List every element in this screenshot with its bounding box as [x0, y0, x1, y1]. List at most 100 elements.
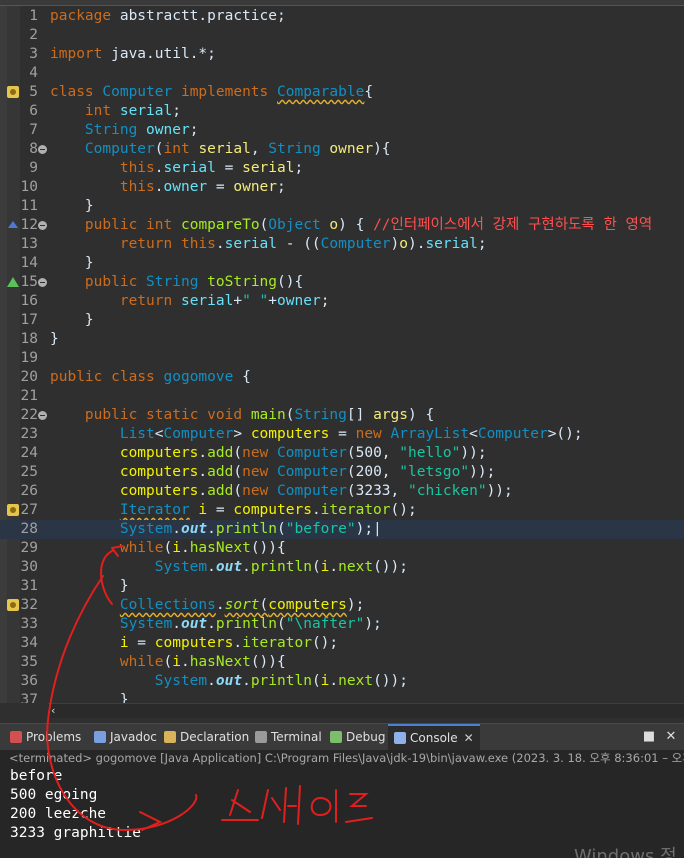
code-text: }: [50, 331, 59, 347]
code-line[interactable]: 3 import java.util.*;: [0, 45, 684, 64]
close-tab-icon[interactable]: ✕: [464, 731, 474, 745]
tab-javadoc[interactable]: Javadoc: [94, 724, 157, 751]
maximize-panel-icon[interactable]: ■: [642, 730, 656, 744]
code-text: }: [50, 255, 94, 271]
line-number: 4: [29, 65, 38, 81]
code-line[interactable]: 13 return this.serial - ((Computer)o).se…: [0, 235, 684, 254]
code-line[interactable]: 4: [0, 64, 684, 83]
line-number: 2: [29, 27, 38, 43]
code-line[interactable]: 36 System.out.println(i.next());: [0, 672, 684, 691]
tab-declaration[interactable]: Declaration: [164, 724, 249, 751]
code-line[interactable]: 30 System.out.println(i.next());: [0, 558, 684, 577]
tab-label: Problems: [26, 730, 82, 744]
code-line[interactable]: 7 String owner;: [0, 121, 684, 140]
code-line[interactable]: 11 }: [0, 197, 684, 216]
code-text: package abstractt.practice;: [50, 8, 286, 24]
tab-label: Terminal: [271, 730, 322, 744]
code-line[interactable]: 12 public int compareTo(Object o) { //인터…: [0, 216, 684, 235]
line-number: 28: [20, 521, 38, 537]
line-number: 19: [20, 350, 38, 366]
line-number: 8: [29, 141, 38, 157]
code-line[interactable]: 5 class Computer implements Comparable{: [0, 83, 684, 102]
bottom-panel-tabbar: Problems Javadoc Declaration Terminal Debug C…: [0, 723, 684, 751]
line-number: 16: [20, 293, 38, 309]
line-number: 7: [29, 122, 38, 138]
code-line[interactable]: 19: [0, 349, 684, 368]
code-line[interactable]: 18}: [0, 330, 684, 349]
code-text: class Computer implements Comparable{: [50, 84, 374, 100]
close-panel-icon[interactable]: ✕: [664, 730, 678, 744]
code-line[interactable]: 26 computers.add(new Computer(3233, "chi…: [0, 482, 684, 501]
code-text: this.owner = owner;: [119, 179, 286, 195]
code-line[interactable]: 25 computers.add(new Computer(200, "lets…: [0, 463, 684, 482]
code-line[interactable]: 31 }: [0, 577, 684, 596]
declaration-icon: [164, 731, 176, 743]
code-line[interactable]: 2: [0, 26, 684, 45]
code-line[interactable]: 9 this.serial = serial;: [0, 159, 684, 178]
code-line[interactable]: 34 i = computers.iterator();: [0, 634, 684, 653]
line-number: 20: [20, 369, 38, 385]
console-line: 500 egoing: [10, 787, 98, 803]
tab-console[interactable]: Console ✕: [388, 724, 480, 751]
code-line[interactable]: 21: [0, 387, 684, 406]
line-number: 18: [20, 331, 38, 347]
warning-icon[interactable]: [7, 504, 19, 516]
warning-icon[interactable]: [7, 599, 19, 611]
scroll-left-arrow-icon[interactable]: ‹: [50, 703, 64, 718]
code-line[interactable]: 16 return serial+" "+owner;: [0, 292, 684, 311]
line-number: 30: [20, 559, 38, 575]
editor-horizontal-scrollbar[interactable]: [48, 703, 684, 718]
override-icon[interactable]: [8, 221, 18, 228]
code-line[interactable]: 24 computers.add(new Computer(500, "hell…: [0, 444, 684, 463]
line-number: 25: [20, 464, 38, 480]
code-line[interactable]: 20 public class gogomove {: [0, 368, 684, 387]
code-line[interactable]: 10 this.owner = owner;: [0, 178, 684, 197]
line-number: 22: [20, 407, 38, 423]
fold-collapse-icon[interactable]: [38, 221, 47, 230]
console-line: 3233 graphittie: [10, 825, 141, 841]
line-number: 35: [20, 654, 38, 670]
problems-icon: [10, 731, 22, 743]
code-text: public static void main(String[] args) {: [84, 407, 435, 423]
code-line[interactable]: 17 }: [0, 311, 684, 330]
javadoc-icon: [94, 731, 106, 743]
line-number: 13: [20, 236, 38, 252]
code-text: while(i.hasNext()){: [119, 654, 286, 670]
line-number: 26: [20, 483, 38, 499]
code-text: computers.add(new Computer(3233, "chicke…: [119, 483, 513, 499]
windows-activation-watermark: Windows 정: [574, 846, 677, 858]
code-line[interactable]: 8 Computer(int serial, String owner){: [0, 140, 684, 159]
fold-collapse-icon[interactable]: [38, 411, 47, 420]
code-line[interactable]: 1 package abstractt.practice;: [0, 7, 684, 26]
code-line[interactable]: 37 }: [0, 691, 684, 703]
code-line[interactable]: 6 int serial;: [0, 102, 684, 121]
console-line: 200 leezche: [10, 806, 107, 822]
code-line[interactable]: 14 }: [0, 254, 684, 273]
line-number: 9: [29, 160, 38, 176]
code-line[interactable]: 22 public static void main(String[] args…: [0, 406, 684, 425]
override-green-icon[interactable]: [7, 277, 19, 287]
code-line[interactable]: 27 Iterator i = computers.iterator();: [0, 501, 684, 520]
code-text: List<Computer> computers = new ArrayList…: [119, 426, 583, 442]
code-line[interactable]: 35 while(i.hasNext()){: [0, 653, 684, 672]
tab-debug[interactable]: Debug: [330, 724, 385, 751]
fold-collapse-icon[interactable]: [38, 145, 47, 154]
code-text: }: [50, 692, 129, 703]
code-editor[interactable]: 1 package abstractt.practice; 2 3 import jav…: [0, 6, 684, 703]
fold-collapse-icon[interactable]: [38, 278, 47, 287]
code-line[interactable]: 33 System.out.println("\nafter");: [0, 615, 684, 634]
warning-icon[interactable]: [7, 86, 19, 98]
code-line[interactable]: 15 public String toString(){: [0, 273, 684, 292]
tab-terminal[interactable]: Terminal: [255, 724, 322, 751]
code-text: computers.add(new Computer(500, "hello")…: [119, 445, 487, 461]
code-line[interactable]: 23 List<Computer> computers = new ArrayL…: [0, 425, 684, 444]
console-line: before: [10, 768, 63, 784]
code-text: import java.util.*;: [50, 46, 216, 62]
line-number: 1: [29, 8, 38, 24]
code-line[interactable]: 29 while(i.hasNext()){: [0, 539, 684, 558]
code-line[interactable]: 32 Collections.sort(computers);: [0, 596, 684, 615]
code-text: Collections.sort(computers);: [119, 597, 365, 613]
code-line[interactable]: 28 System.out.println("before");|: [0, 520, 684, 539]
tab-problems[interactable]: Problems: [10, 724, 81, 751]
line-number: 29: [20, 540, 38, 556]
